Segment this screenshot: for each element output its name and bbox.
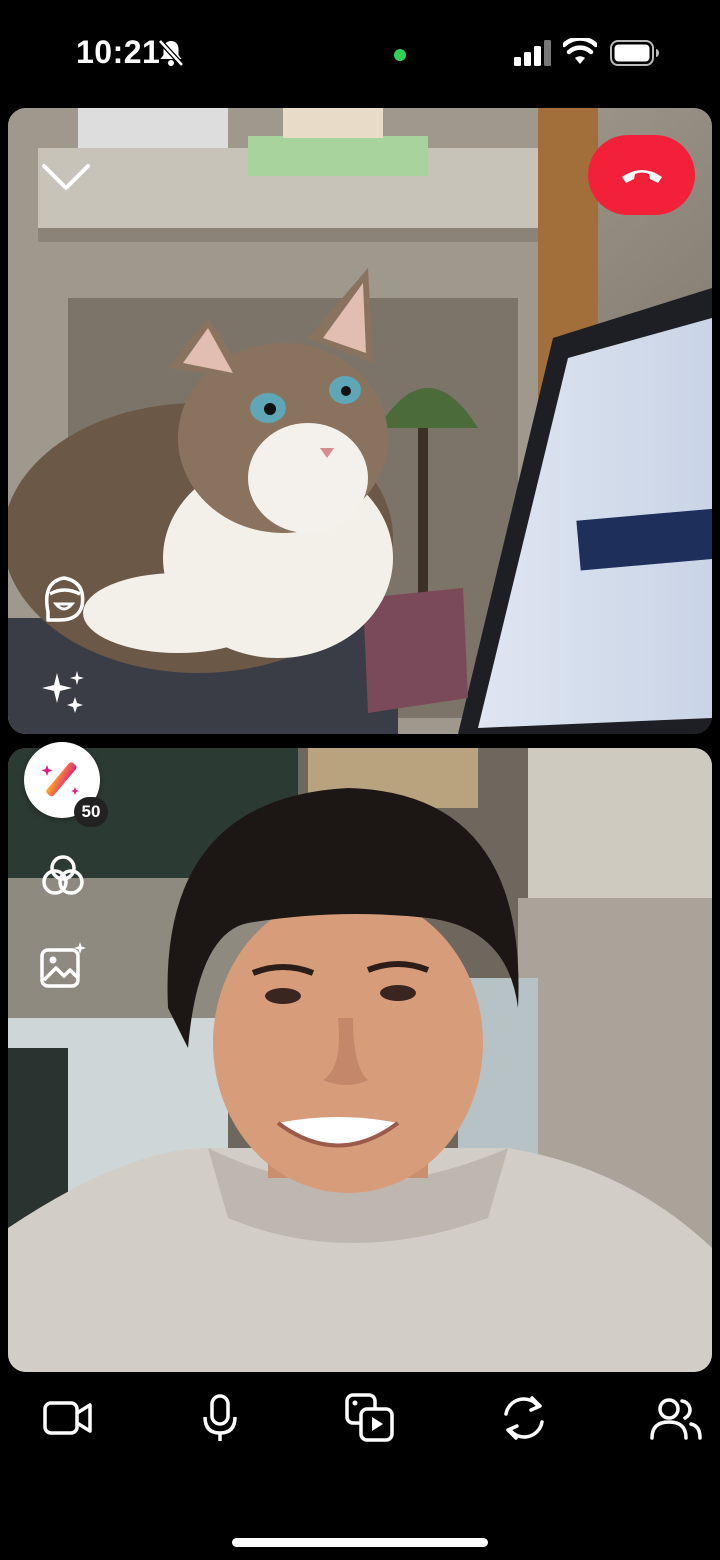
video-toggle-button[interactable] <box>40 1390 96 1446</box>
status-time: 10:21 <box>76 34 161 70</box>
effects-button[interactable] <box>36 664 92 720</box>
flip-camera-button[interactable] <box>496 1390 552 1446</box>
video-camera-icon <box>43 1401 92 1435</box>
status-bar: 10:21 <box>0 0 720 108</box>
backgrounds-button[interactable] <box>36 938 90 992</box>
mic-toggle-button[interactable] <box>192 1390 248 1446</box>
bitmoji-button[interactable] <box>36 570 92 626</box>
media-share-icon <box>345 1393 394 1442</box>
mic-in-use-indicator <box>394 49 406 61</box>
sparkles-icon <box>42 671 84 713</box>
microphone-icon <box>203 1394 237 1441</box>
flip-camera-icon <box>504 1396 544 1440</box>
end-call-button[interactable] <box>588 135 695 215</box>
self-video-tile[interactable] <box>8 748 712 1372</box>
participants-button[interactable] <box>648 1390 704 1446</box>
lens-count-badge: 50 <box>74 797 108 827</box>
chevron-down-icon[interactable] <box>40 158 92 194</box>
bitmoji-face-icon <box>45 576 85 622</box>
image-sparkle-icon <box>40 942 86 988</box>
filters-circles-icon <box>42 855 84 895</box>
home-indicator[interactable] <box>232 1538 488 1547</box>
cellular-signal-icon <box>514 40 551 66</box>
battery-icon <box>610 40 659 66</box>
participants-icon <box>650 1398 702 1440</box>
call-control-bar <box>0 1372 720 1462</box>
self-video-feed <box>8 748 712 1372</box>
wifi-icon <box>563 38 597 64</box>
phone-hangup-icon <box>621 170 662 183</box>
bell-muted-icon <box>158 39 184 67</box>
share-media-button[interactable] <box>342 1390 398 1446</box>
filters-button[interactable] <box>36 848 90 902</box>
magic-wand-icon <box>41 762 79 797</box>
